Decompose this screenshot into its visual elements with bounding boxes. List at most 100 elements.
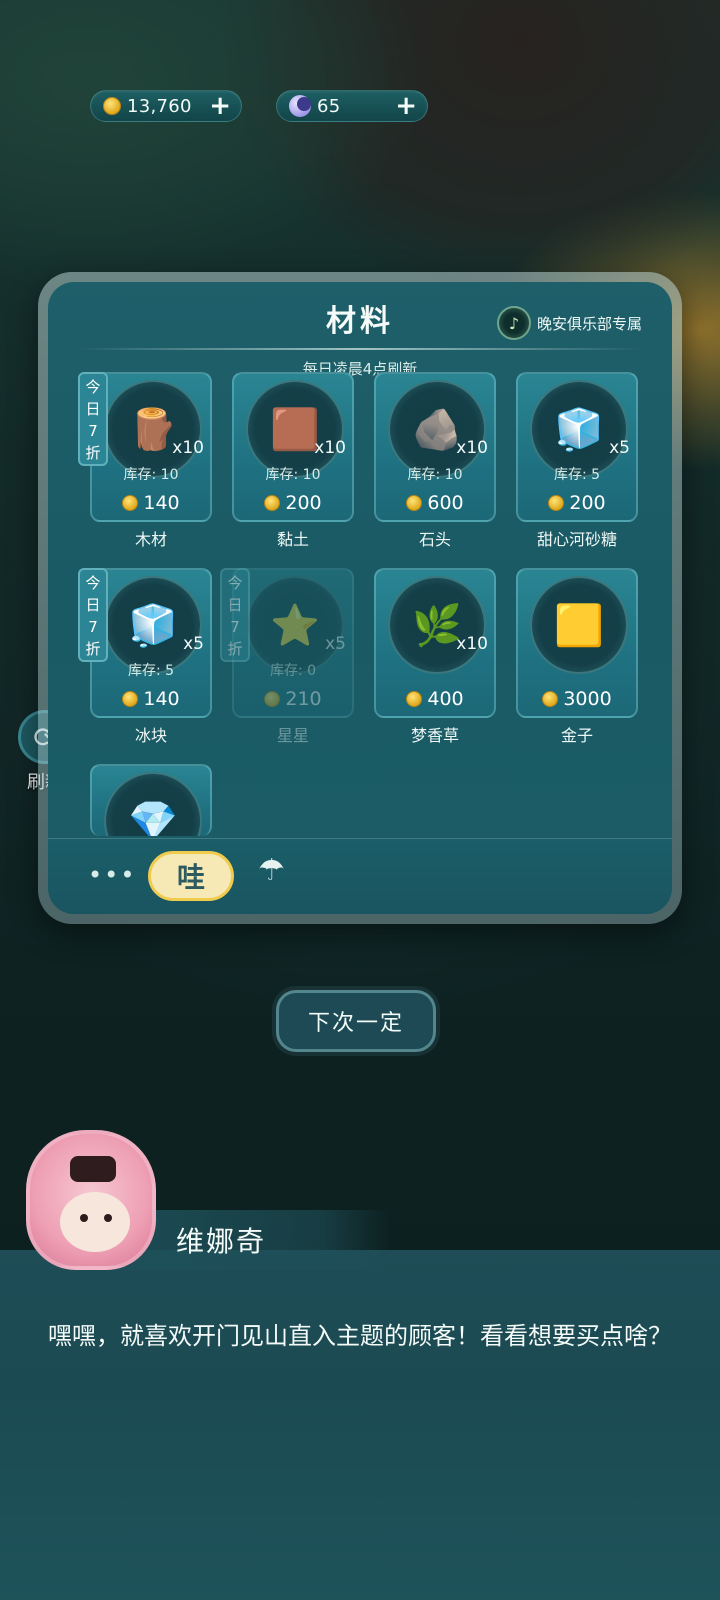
item-price-value: 200	[569, 492, 606, 514]
coin-icon	[122, 691, 139, 707]
shop-item[interactable]: 🧊 x5 库存: 5 140 今日 7 折冰块	[78, 568, 212, 745]
shop-item[interactable]: 🟫 x10 库存: 10 200 黏土	[232, 372, 354, 549]
item-stock: 库存: 10	[123, 467, 179, 483]
next-time-button[interactable]: 下次一定	[276, 990, 436, 1052]
item-name: 金子	[560, 726, 593, 745]
shop-item[interactable]: 💎	[90, 764, 212, 836]
shop-item[interactable]: 🧊 x5 库存: 5 200 甜心河砂糖	[516, 372, 638, 549]
more-tabs-button[interactable]: •••	[88, 861, 136, 889]
moon-icon	[289, 95, 311, 117]
add-coins-button[interactable]: +	[209, 93, 231, 119]
moon-amount: 65	[317, 95, 341, 117]
item-card[interactable]: 🧊 x5 库存: 5 200	[516, 372, 638, 522]
item-quantity: x5	[183, 634, 204, 654]
item-price: 400	[376, 688, 494, 710]
coin-icon	[542, 691, 559, 707]
item-stock: 库存: 10	[265, 467, 321, 483]
item-price-value: 210	[285, 688, 322, 710]
discount-char: 日	[85, 400, 101, 418]
item-stock: 库存: 0	[269, 663, 317, 679]
shop-item[interactable]: 🟨 3000 金子	[516, 568, 638, 745]
item-name: 冰块	[134, 726, 167, 745]
item-card[interactable]: 💎	[90, 764, 212, 836]
item-quantity: x5	[325, 634, 346, 654]
item-card[interactable]: 🪵 x10 库存: 10 140	[90, 372, 212, 522]
npc-name: 维娜奇	[176, 1225, 267, 1258]
item-icon: 🟨	[554, 602, 604, 649]
moon-balance[interactable]: 65 +	[276, 90, 428, 122]
discount-char: 折	[227, 640, 243, 658]
npc-eye-right	[104, 1214, 112, 1222]
discount-tag: 今日 7 折	[78, 568, 108, 662]
bow-icon	[70, 1156, 116, 1182]
tab-materials-active[interactable]: 哇	[148, 851, 234, 901]
item-price-value: 400	[427, 688, 464, 710]
item-card[interactable]: ⭐ x5 库存: 0 210	[232, 568, 354, 718]
discount-char: 今	[85, 378, 101, 396]
item-icon: ⭐	[270, 602, 320, 649]
item-name: 木材	[134, 530, 167, 549]
discount-char: 今	[227, 574, 243, 592]
coin-icon	[122, 495, 139, 511]
coin-icon	[264, 495, 281, 511]
shop-item[interactable]: 🌿 x10 400 梦香草	[374, 568, 496, 745]
item-stock: 库存: 10	[407, 467, 463, 483]
item-name: 梦香草	[410, 726, 459, 745]
dialog-text: 嘿嘿，就喜欢开门见山直入主题的顾客！看看想要买点啥？	[48, 1322, 672, 1350]
item-price: 140	[92, 492, 210, 514]
shop-tab-bar: ••• 哇 ☂	[48, 838, 672, 914]
club-label: 晚安俱乐部专属	[536, 314, 642, 333]
npc-face	[60, 1192, 130, 1252]
item-name: 甜心河砂糖	[536, 530, 617, 549]
coin-icon	[103, 97, 121, 115]
npc-eye-left	[80, 1214, 88, 1222]
discount-char: 日	[85, 596, 101, 614]
item-quantity: x10	[172, 438, 204, 458]
dialog-box[interactable]: 嘿嘿，就喜欢开门见山直入主题的顾客！看看想要买点啥？	[0, 1250, 720, 1600]
item-name: 黏土	[276, 530, 309, 549]
item-icon: 🧊	[128, 602, 178, 649]
item-card[interactable]: 🧊 x5 库存: 5 140	[90, 568, 212, 718]
coin-icon	[406, 691, 423, 707]
item-quantity: x10	[314, 438, 346, 458]
discount-char: 7	[88, 422, 98, 440]
discount-char: 日	[227, 596, 243, 614]
item-name: 石头	[418, 530, 451, 549]
item-price-value: 600	[427, 492, 464, 514]
item-name: 星星	[276, 726, 309, 745]
add-moons-button[interactable]: +	[395, 93, 417, 119]
item-card[interactable]: 🟨 3000	[516, 568, 638, 718]
shop-panel: 材料 ♪ 晚安俱乐部专属 每日凌晨4点刷新 🪵 x10 库存: 10 140 今日 7 折木…	[38, 272, 682, 924]
item-price: 140	[92, 688, 210, 710]
item-card[interactable]: 🟫 x10 库存: 10 200	[232, 372, 354, 522]
item-card[interactable]: 🌿 x10 400	[374, 568, 496, 718]
shop-item[interactable]: 🪨 x10 库存: 10 600 石头	[374, 372, 496, 549]
discount-char: 今	[85, 574, 101, 592]
item-stock: 库存: 5	[127, 663, 175, 679]
discount-char: 7	[230, 618, 240, 636]
item-price: 200	[518, 492, 636, 514]
discount-char: 7	[88, 618, 98, 636]
coin-icon	[406, 495, 423, 511]
item-quantity: x10	[456, 438, 488, 458]
item-quantity: x5	[609, 438, 630, 458]
shop-panel-inner: 材料 ♪ 晚安俱乐部专属 每日凌晨4点刷新 🪵 x10 库存: 10 140 今日 7 折木…	[48, 282, 672, 914]
item-icon: 🧊	[554, 406, 604, 453]
item-card[interactable]: 🪨 x10 库存: 10 600	[374, 372, 496, 522]
coin-balance[interactable]: 13,760 +	[90, 90, 242, 122]
item-price: 3000	[518, 688, 636, 710]
item-price-value: 140	[143, 688, 180, 710]
tab-umbrella-icon[interactable]: ☂	[258, 853, 285, 888]
item-price-value: 200	[285, 492, 322, 514]
item-price: 210	[234, 688, 352, 710]
shop-item[interactable]: 🪵 x10 库存: 10 140 今日 7 折木材	[78, 372, 212, 549]
discount-char: 折	[85, 444, 101, 462]
club-exclusive-badge[interactable]: ♪ 晚安俱乐部专属	[496, 306, 642, 340]
discount-tag: 今日 7 折	[220, 568, 250, 662]
coin-icon	[548, 495, 565, 511]
coin-amount: 13,760	[127, 95, 192, 117]
discount-char: 折	[85, 640, 101, 658]
shop-item[interactable]: ⭐ x5 库存: 0 210 今日 7 折星星	[220, 568, 354, 745]
item-quantity: x10	[456, 634, 488, 654]
item-price: 600	[376, 492, 494, 514]
